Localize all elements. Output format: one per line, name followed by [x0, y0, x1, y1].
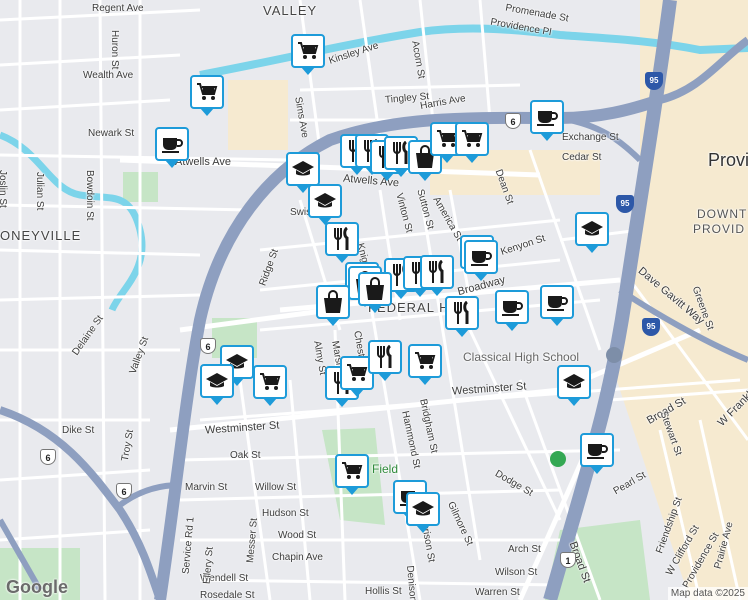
grocery-icon [297, 41, 319, 61]
grocery-icon [341, 461, 363, 481]
area-label-providence: PROVID [693, 222, 746, 236]
map-pin-shopping-bag[interactable] [358, 272, 392, 313]
map-pin-restaurant[interactable] [368, 340, 402, 381]
coffee-icon [469, 247, 493, 267]
map-pin-coffee[interactable] [464, 240, 498, 281]
restaurant-icon [375, 345, 395, 369]
map-pin-coffee[interactable] [540, 285, 574, 326]
street-label-marvin-st: Marvin St [185, 482, 228, 493]
map-pin-grocery[interactable] [455, 122, 489, 163]
school-poi-marker-icon[interactable] [606, 347, 622, 363]
poi-label-classical-high-school: Classical High School [463, 350, 580, 364]
poi-label-field: Field [372, 462, 399, 476]
map-pin-coffee[interactable] [495, 290, 529, 331]
map-attribution: Map data ©2025 [667, 587, 748, 600]
coffee-icon [500, 297, 524, 317]
street-label-cedar-st: Cedar St [562, 152, 602, 163]
street-label-joslin-st: Joslin St [0, 170, 8, 208]
street-label-hollis-st: Hollis St [365, 586, 402, 597]
map-pin-school[interactable] [575, 212, 609, 253]
street-label-willow-st: Willow St [255, 482, 297, 493]
map-pin-school[interactable] [200, 364, 234, 405]
street-label-hudson-st: Hudson St [262, 508, 309, 519]
coffee-icon [160, 134, 184, 154]
street-label-dike-st: Dike St [62, 425, 95, 436]
restaurant-icon [427, 260, 447, 284]
map-pin-grocery[interactable] [190, 75, 224, 116]
map-pin-school[interactable] [406, 492, 440, 533]
map-pin-grocery[interactable] [291, 34, 325, 75]
street-label-huron-st: Huron St [109, 30, 120, 70]
interstate-95-shield-icon: 95 [616, 195, 634, 213]
neighborhood-label-valley: VALLEY [263, 3, 318, 18]
route-6-shield-icon: 6 [200, 338, 216, 354]
street-label-chapin-ave: Chapin Ave [272, 552, 323, 563]
map-pin-coffee[interactable] [580, 433, 614, 474]
grocery-icon [259, 372, 281, 392]
school-icon [580, 220, 604, 238]
street-label-newark-st: Newark St [88, 128, 135, 139]
route-6-shield-icon: 6 [116, 483, 132, 499]
map-canvas[interactable]: Regent Ave Huron St Kinsley Ave Promenad… [0, 0, 748, 600]
street-label-exchange-st: Exchange St [562, 132, 619, 143]
interstate-95-shield-icon: 95 [642, 318, 660, 336]
street-label-rosedale-st: Rosedale St [200, 590, 255, 600]
map-pin-grocery[interactable] [408, 344, 442, 385]
school-icon [313, 192, 337, 210]
restaurant-icon [452, 301, 472, 325]
park-poi-marker-icon[interactable] [550, 451, 566, 467]
street-label-arch-st: Arch St [508, 544, 541, 555]
map-pin-restaurant[interactable] [420, 255, 454, 296]
map-pin-shopping-bag[interactable] [316, 285, 350, 326]
coffee-icon [535, 107, 559, 127]
map-pin-grocery[interactable] [253, 365, 287, 406]
coffee-icon [545, 292, 569, 312]
coffee-icon [585, 440, 609, 460]
neighborhood-label-olneyville: ONEYVILLE [0, 228, 82, 243]
map-pin-coffee[interactable] [155, 127, 189, 168]
street-label-wilson-st: Wilson St [495, 567, 538, 578]
route-6-shield-icon: 6 [505, 113, 521, 129]
grocery-icon [196, 82, 218, 102]
grocery-icon [461, 129, 483, 149]
map-pin-school[interactable] [286, 152, 320, 193]
map-pin-grocery[interactable] [335, 454, 369, 495]
grocery-icon [346, 363, 368, 383]
city-label-providence: Provi [708, 150, 748, 170]
school-icon [205, 372, 229, 390]
map-pin-school[interactable] [557, 365, 591, 406]
street-label-wood-st: Wood St [278, 530, 317, 541]
map-pin-restaurant[interactable] [325, 222, 359, 263]
map-pin-school[interactable] [308, 184, 342, 225]
map-pin-coffee[interactable] [530, 100, 564, 141]
street-label-oak-st: Oak St [230, 450, 261, 461]
street-label-warren-st: Warren St [475, 587, 520, 598]
google-logo: Google [6, 577, 68, 597]
school-icon [562, 373, 586, 391]
area-label-downtown: DOWNT [697, 207, 748, 221]
map-pin-restaurant[interactable] [445, 296, 479, 337]
street-label-bowdoin-st: Bowdoin St [84, 170, 95, 221]
school-icon [411, 500, 435, 518]
shopping-bag-icon [322, 290, 344, 314]
route-1-shield-icon: 1 [560, 552, 576, 568]
school-icon [291, 160, 315, 178]
interstate-95-shield-icon: 95 [645, 72, 663, 90]
street-label-regent-ave: Regent Ave [92, 3, 144, 14]
grocery-icon [414, 351, 436, 371]
restaurant-icon [332, 227, 352, 251]
shopping-bag-icon [364, 277, 386, 301]
street-label-wealth-ave: Wealth Ave [83, 70, 134, 81]
street-label-julian-st: Julian St [34, 172, 45, 211]
route-6-shield-icon: 6 [40, 449, 56, 465]
